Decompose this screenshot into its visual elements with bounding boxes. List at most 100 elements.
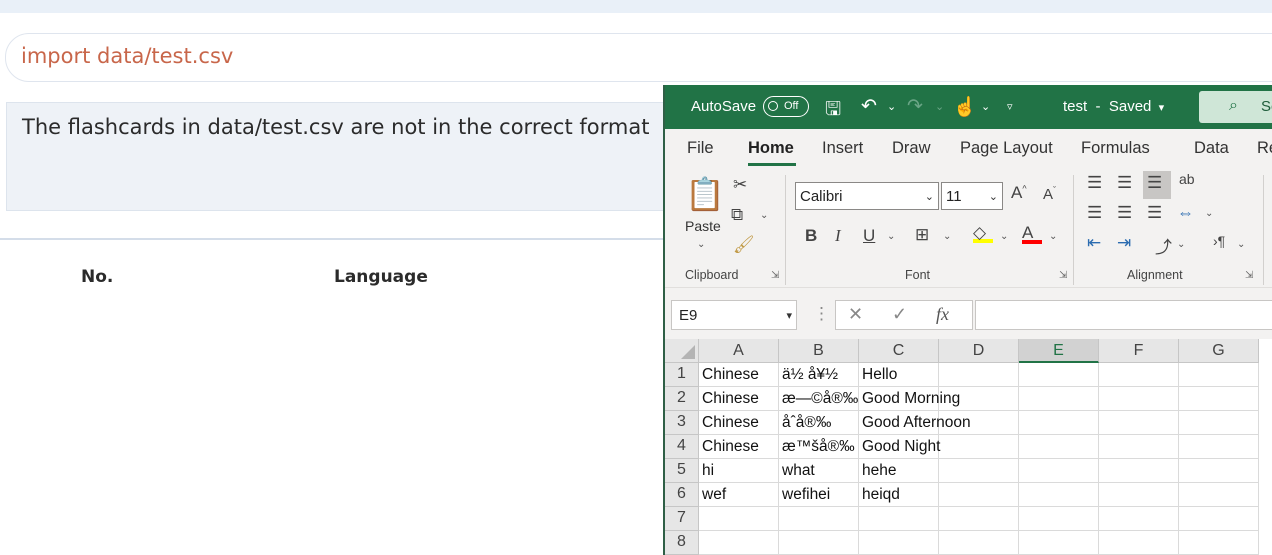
undo-icon[interactable]: ↶: [861, 95, 877, 118]
font-size-select[interactable]: 11 ⌄: [941, 182, 1003, 210]
cell[interactable]: [1099, 483, 1179, 507]
text-direction-icon[interactable]: ⤴: [1155, 233, 1172, 258]
cell[interactable]: [1099, 363, 1179, 387]
column-header[interactable]: B: [779, 339, 859, 363]
cell[interactable]: [939, 411, 1019, 435]
row-header[interactable]: 2: [665, 387, 699, 411]
copy-dropdown-icon[interactable]: ⌄: [760, 210, 768, 221]
cell[interactable]: [1099, 531, 1179, 555]
underline-icon[interactable]: U: [863, 226, 875, 246]
row-header[interactable]: 3: [665, 411, 699, 435]
cell[interactable]: Good Afternoon: [859, 411, 971, 435]
column-header[interactable]: A: [699, 339, 779, 363]
cell[interactable]: [1019, 483, 1099, 507]
cell[interactable]: Chinese: [699, 387, 779, 411]
increase-indent-icon[interactable]: ⇥: [1117, 233, 1131, 253]
cell[interactable]: Good Night: [859, 435, 940, 459]
select-all-button[interactable]: [665, 339, 699, 363]
cell[interactable]: [1099, 507, 1179, 531]
autosave-toggle[interactable]: Off: [763, 96, 809, 117]
orientation-icon[interactable]: ab: [1179, 171, 1195, 187]
save-icon[interactable]: 🖫: [825, 95, 841, 127]
cell[interactable]: heiqd: [859, 483, 939, 507]
cell[interactable]: hi: [699, 459, 779, 483]
cell[interactable]: [1179, 411, 1259, 435]
tab-data[interactable]: Data: [1194, 139, 1229, 158]
cell[interactable]: [779, 507, 859, 531]
cell[interactable]: [939, 435, 1019, 459]
column-header[interactable]: E: [1019, 339, 1099, 363]
paste-button[interactable]: Paste: [685, 218, 721, 234]
touch-mode-dropdown-icon[interactable]: ⌄: [981, 100, 990, 113]
cell[interactable]: [1019, 363, 1099, 387]
tab-file[interactable]: File: [687, 139, 714, 158]
cell[interactable]: [1019, 507, 1099, 531]
row-header[interactable]: 6: [665, 483, 699, 507]
borders-icon[interactable]: ⊞: [915, 225, 929, 245]
column-header-no[interactable]: No.: [81, 267, 113, 287]
fill-color-dropdown-icon[interactable]: ⌄: [1000, 231, 1008, 242]
cancel-icon[interactable]: ✕: [848, 304, 863, 325]
cell[interactable]: æ™šå®‰: [779, 435, 859, 459]
enter-icon[interactable]: ✓: [892, 304, 907, 325]
cell[interactable]: [1019, 387, 1099, 411]
cell[interactable]: [1099, 459, 1179, 483]
cell[interactable]: Hello: [859, 363, 939, 387]
cell[interactable]: [1179, 363, 1259, 387]
cell[interactable]: [1179, 387, 1259, 411]
decrease-indent-icon[interactable]: ⇤: [1087, 233, 1101, 253]
cell[interactable]: hehe: [859, 459, 939, 483]
row-header[interactable]: 7: [665, 507, 699, 531]
tab-page-layout[interactable]: Page Layout: [960, 139, 1053, 158]
cell[interactable]: [1179, 435, 1259, 459]
cell[interactable]: wef: [699, 483, 779, 507]
column-header[interactable]: C: [859, 339, 939, 363]
cell[interactable]: [939, 531, 1019, 555]
cell[interactable]: [939, 363, 1019, 387]
merge-center-icon[interactable]: ⇔: [1177, 203, 1194, 223]
font-color-dropdown-icon[interactable]: ⌄: [1049, 231, 1057, 242]
cell[interactable]: [1179, 459, 1259, 483]
borders-dropdown-icon[interactable]: ⌄: [943, 231, 951, 242]
cell[interactable]: åˆå®‰: [779, 411, 859, 435]
cell[interactable]: [699, 507, 779, 531]
merge-dropdown-icon[interactable]: ⌄: [1205, 208, 1213, 219]
customize-toolbar-icon[interactable]: ▿: [1007, 100, 1013, 113]
middle-align-icon[interactable]: ☰: [1117, 173, 1132, 193]
cell[interactable]: æ—©å®‰: [779, 387, 859, 411]
spreadsheet-grid[interactable]: A B C D E F G 1 Chinese ä½ å¥½ Hello 2 Chinese æ—©å®‰…: [665, 339, 1272, 555]
insert-function-icon[interactable]: fx: [936, 304, 949, 325]
column-header[interactable]: D: [939, 339, 1019, 363]
copy-icon[interactable]: ⧉: [731, 205, 743, 225]
tab-draw[interactable]: Draw: [892, 139, 931, 158]
touch-mode-icon[interactable]: ☝: [953, 95, 977, 119]
paste-icon[interactable]: 📋: [685, 175, 725, 213]
row-header[interactable]: 5: [665, 459, 699, 483]
cell[interactable]: [1099, 435, 1179, 459]
cell[interactable]: wefihei: [779, 483, 859, 507]
cell[interactable]: [699, 531, 779, 555]
tab-insert[interactable]: Insert: [822, 139, 863, 158]
cell[interactable]: [859, 507, 939, 531]
paragraph-direction-dropdown-icon[interactable]: ⌄: [1237, 239, 1245, 250]
tab-review[interactable]: Revi: [1257, 139, 1272, 158]
bottom-align-icon[interactable]: ☰: [1147, 173, 1162, 193]
fill-color-icon[interactable]: ◇: [973, 223, 993, 243]
formula-bar[interactable]: [975, 300, 1272, 330]
font-color-icon[interactable]: A: [1022, 223, 1042, 244]
cell[interactable]: [939, 483, 1019, 507]
cell[interactable]: [1099, 411, 1179, 435]
font-launcher-icon[interactable]: ⇲: [1059, 270, 1067, 281]
clipboard-launcher-icon[interactable]: ⇲: [771, 270, 779, 281]
underline-dropdown-icon[interactable]: ⌄: [887, 231, 895, 242]
paragraph-direction-icon[interactable]: ›¶: [1213, 233, 1225, 249]
format-painter-icon[interactable]: 🖌: [733, 235, 755, 255]
cell[interactable]: [1179, 483, 1259, 507]
cell[interactable]: Chinese: [699, 435, 779, 459]
name-box[interactable]: E9 ▾: [671, 300, 797, 330]
cell[interactable]: Chinese: [699, 363, 779, 387]
cut-icon[interactable]: ✂: [733, 175, 747, 195]
increase-font-size-icon[interactable]: A^: [1011, 183, 1027, 203]
cell[interactable]: [1019, 411, 1099, 435]
cell[interactable]: [1179, 531, 1259, 555]
